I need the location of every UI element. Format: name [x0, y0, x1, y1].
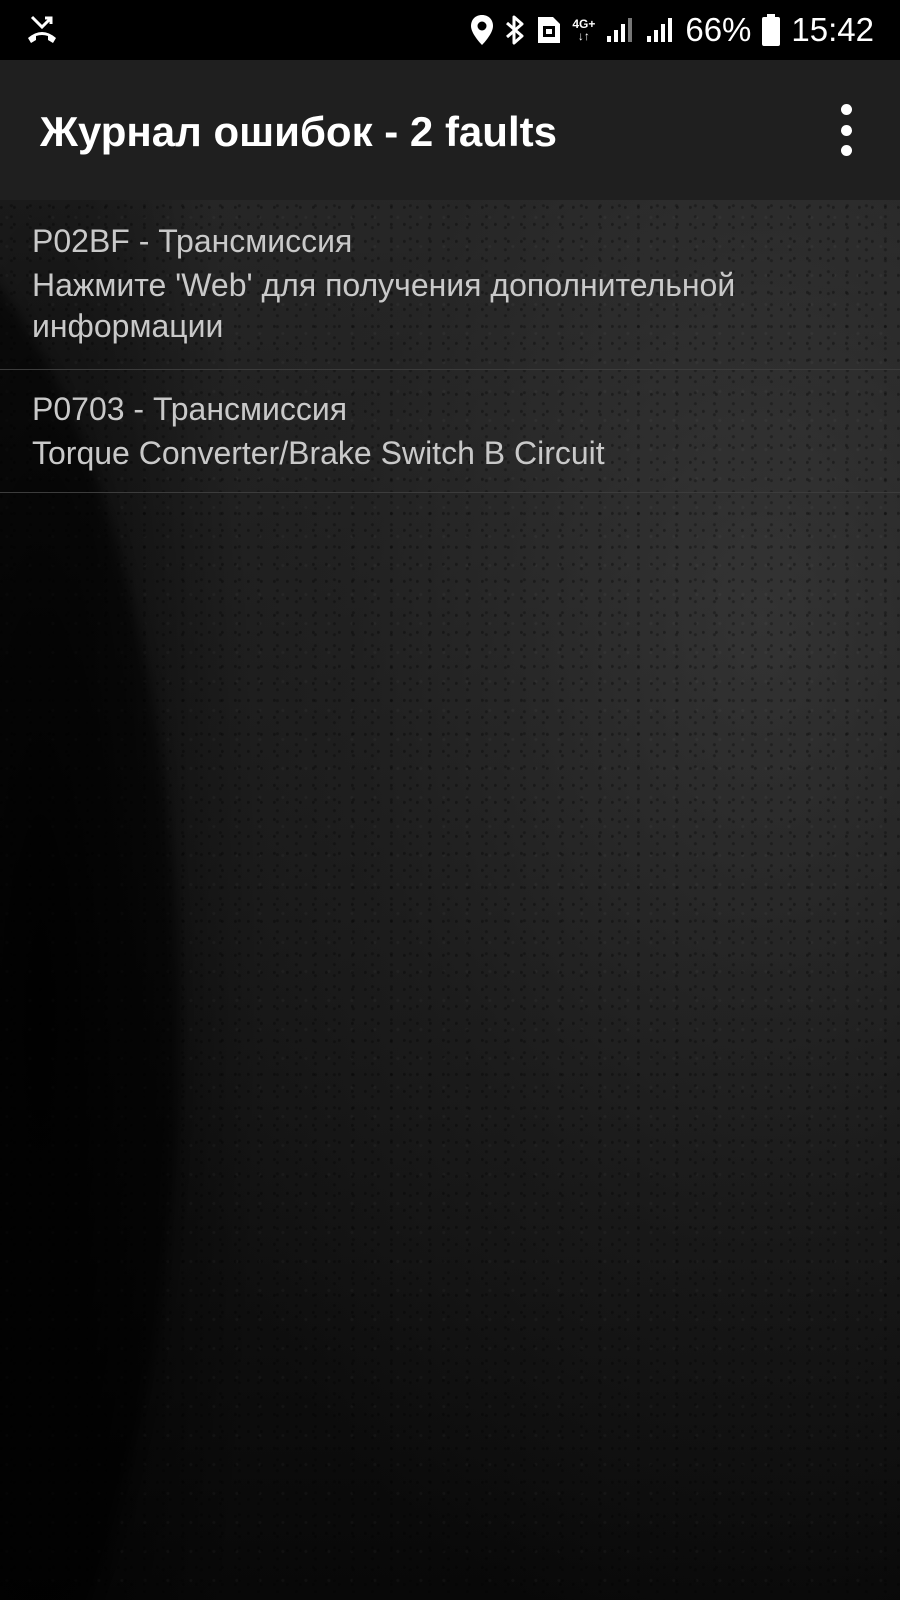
screen: 4G+ ↓↑ 66% 15:42 Журнал ошибок - 2 fault…: [0, 0, 900, 1600]
overflow-dot: [840, 124, 852, 136]
page-title: Журнал ошибок - 2 faults: [40, 108, 557, 155]
location-icon: [470, 14, 494, 46]
overflow-dot: [840, 145, 852, 156]
network-4g-icon: 4G+ ↓↑: [572, 17, 596, 43]
fault-description: Torque Converter/Brake Switch B Circuit: [32, 435, 605, 471]
bluetooth-icon: [504, 14, 526, 46]
list-item[interactable]: P0703 - Трансмиссия Torque Converter/Bra…: [0, 370, 900, 493]
overflow-dot: [840, 104, 852, 115]
action-bar: Журнал ошибок - 2 faults: [0, 60, 900, 200]
status-icons: 4G+ ↓↑ 66% 15:42: [470, 0, 874, 60]
missed-call-icon[interactable]: [24, 12, 60, 48]
fault-list: P02BF - Трансмиссия Нажмите 'Web' для по…: [0, 200, 900, 493]
clock: 15:42: [791, 11, 874, 48]
overflow-menu-icon[interactable]: [828, 104, 864, 156]
fault-description: Нажмите 'Web' для получения дополнительн…: [32, 267, 736, 344]
list-item[interactable]: P02BF - Трансмиссия Нажмите 'Web' для по…: [0, 200, 900, 370]
status-bar: 4G+ ↓↑ 66% 15:42: [0, 0, 900, 60]
fault-code: P02BF - Трансмиссия: [32, 223, 353, 259]
signal-icon: [645, 16, 675, 44]
signal-icon: [605, 16, 635, 44]
fault-code: P0703 - Трансмиссия: [32, 391, 348, 427]
battery-percent: 66%: [685, 11, 752, 48]
sim-card-icon: [536, 15, 562, 45]
battery-icon: [761, 13, 781, 47]
